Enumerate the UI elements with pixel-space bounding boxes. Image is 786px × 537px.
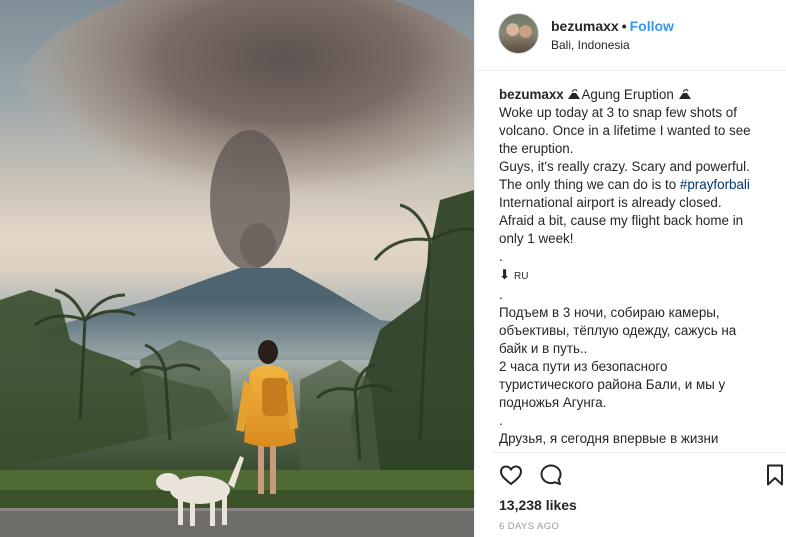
bookmark-icon[interactable] [763, 463, 786, 487]
heart-icon[interactable] [499, 463, 523, 487]
caption-line: Друзья, я сегодня впервые в жизни [499, 431, 719, 446]
post-timestamp[interactable]: 6 DAYS AGO [499, 521, 559, 532]
caption-line: Подъем в 3 ночи, собираю камеры, [499, 305, 720, 320]
ru-marker-line: ⬇ RU [499, 266, 773, 286]
header-username[interactable]: bezumaxx [551, 18, 619, 34]
volcano-emoji-icon [678, 89, 691, 99]
caption-line: Guys, it's really crazy. Scary and power… [499, 159, 750, 174]
actions-divider [491, 452, 786, 453]
caption-title-line: bezumaxx Agung Eruption [499, 86, 773, 104]
caption-line: . [499, 249, 503, 264]
volcano-emoji-icon [568, 89, 581, 99]
down-arrow-icon: ⬇ [499, 267, 511, 282]
caption-line: International airport is already closed. [499, 195, 722, 210]
caption-title: Agung Eruption [581, 87, 674, 102]
caption-line: 2 часа пути из безопасного [499, 359, 668, 374]
caption: bezumaxx Agung Eruption Woke up today at… [499, 86, 773, 448]
caption-line: . [499, 413, 503, 428]
ru-label: RU [513, 271, 529, 282]
post-header: bezumaxx • Follow Bali, Indonesia [475, 0, 786, 71]
caption-username[interactable]: bezumaxx [499, 87, 564, 102]
separator-dot: • [621, 18, 627, 34]
caption-line: Afraid a bit, cause my flight back home … [499, 213, 744, 228]
caption-line: only 1 week! [499, 231, 574, 246]
header-username-row: bezumaxx • Follow [551, 18, 674, 34]
caption-line: volcano. Once in a lifetime I wanted to … [499, 123, 751, 138]
caption-line: подножья Агунга. [499, 395, 607, 410]
caption-line: Woke up today at 3 to snap few shots of [499, 105, 737, 120]
caption-line: объективы, тёплую одежду, сажусь на [499, 323, 737, 338]
post-photo[interactable] [0, 0, 474, 537]
post-sidebar: bezumaxx • Follow Bali, Indonesia bezumaxx… [474, 0, 786, 537]
hashtag-link[interactable]: #prayforbali [680, 177, 750, 192]
caption-line: The only thing we can do is to [499, 177, 677, 192]
caption-line: the eruption. [499, 141, 574, 156]
likes-count[interactable]: 13,238 likes [499, 497, 577, 513]
location-link[interactable]: Bali, Indonesia [551, 38, 630, 52]
avatar[interactable] [498, 13, 539, 54]
follow-button[interactable]: Follow [630, 18, 674, 34]
post-photo-art [0, 0, 474, 537]
caption-line: туристического района Бали, и мы у [499, 377, 726, 392]
caption-line-with-hashtag: The only thing we can do is to #prayforb… [499, 176, 773, 194]
caption-line: байк и в путь.. [499, 341, 588, 356]
comment-icon[interactable] [539, 463, 563, 487]
caption-line: . [499, 287, 503, 302]
